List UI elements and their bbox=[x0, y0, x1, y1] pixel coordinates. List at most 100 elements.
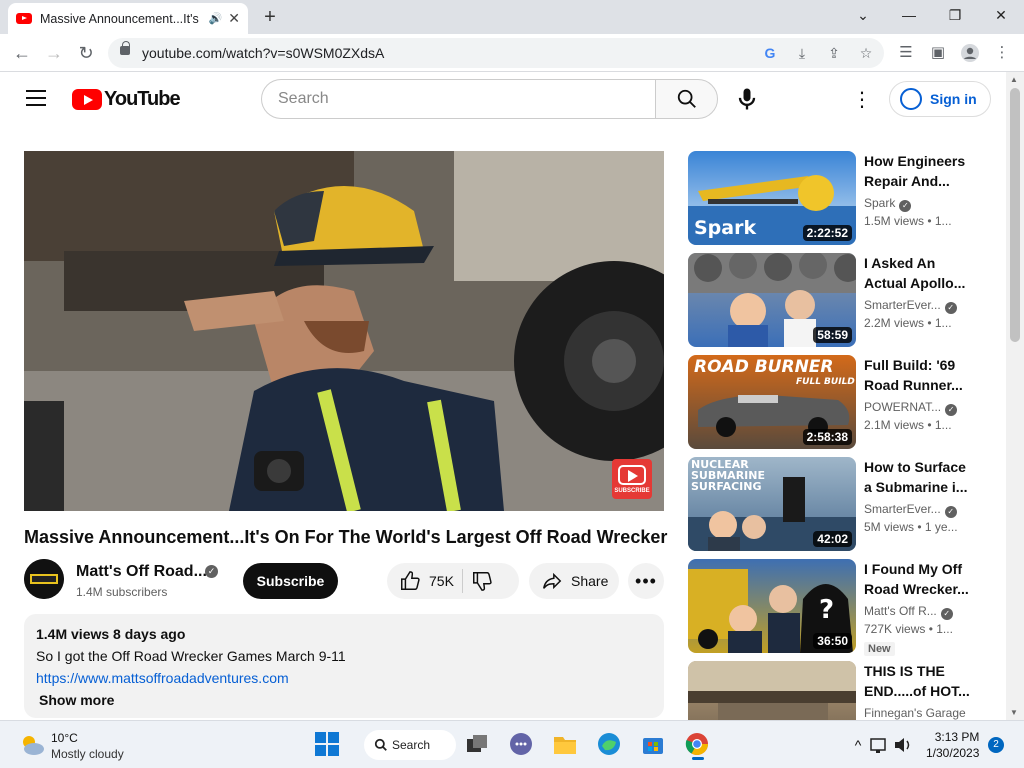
audio-playing-icon[interactable]: 🔊 bbox=[209, 12, 223, 25]
recommendation-views: 2.1M views • 1... bbox=[864, 418, 952, 432]
weather-condition: Mostly cloudy bbox=[51, 747, 124, 761]
voice-search-button[interactable] bbox=[733, 85, 761, 113]
lock-icon[interactable] bbox=[120, 41, 130, 55]
search-button[interactable] bbox=[655, 79, 718, 119]
chrome-browser-icon[interactable] bbox=[684, 731, 712, 760]
youtube-logo[interactable]: YouTube bbox=[72, 88, 181, 110]
page-scrollbar[interactable]: ▲ ▼ bbox=[1006, 72, 1024, 720]
video-frame bbox=[24, 151, 664, 511]
forward-arrow-icon[interactable]: → bbox=[42, 41, 66, 65]
show-more-button[interactable]: Show more bbox=[36, 692, 652, 708]
scroll-down-icon[interactable]: ▼ bbox=[1010, 708, 1018, 717]
verified-check-icon: ✓ bbox=[944, 506, 957, 518]
recommendation-title[interactable]: Full Build: '69 Road Runner... bbox=[864, 355, 974, 395]
recommendation-title[interactable]: How to Surface a Submarine i... bbox=[864, 457, 974, 497]
minimize-button[interactable]: — bbox=[886, 0, 932, 30]
subscribe-button[interactable]: Subscribe bbox=[243, 563, 338, 599]
media-controls-icon[interactable]: ☰ bbox=[894, 41, 918, 65]
recommendation-item[interactable]: ROAD BURNER FULL BUILD 2:58:38 Full Buil… bbox=[688, 355, 988, 449]
video-thumbnail[interactable]: 58:59 bbox=[688, 253, 856, 347]
description-link[interactable]: https://www.mattsoffroadadventures.com bbox=[36, 670, 289, 686]
subscribe-watermark[interactable]: SUBSCRIBE bbox=[612, 459, 652, 499]
share-page-icon[interactable]: ⇪ bbox=[824, 43, 844, 63]
recommendation-item[interactable]: ? 36:50 I Found My Off Road Wrecker... M… bbox=[688, 559, 988, 656]
search-input[interactable]: Search bbox=[261, 79, 655, 119]
thumbs-up-icon bbox=[401, 571, 420, 590]
description-box[interactable]: 1.4M views 8 days ago So I got the Off R… bbox=[24, 614, 664, 718]
sign-in-label: Sign in bbox=[930, 91, 977, 107]
channel-label: POWERNAT... bbox=[864, 400, 942, 414]
install-app-icon[interactable]: ⤓ bbox=[792, 43, 812, 63]
temperature: 10°C bbox=[51, 731, 78, 745]
subscriber-count: 1.4M subscribers bbox=[76, 585, 168, 599]
sign-in-button[interactable]: Sign in bbox=[889, 81, 991, 117]
recommendation-title[interactable]: THIS IS THE END.....of HOT... bbox=[864, 661, 974, 701]
edge-browser-icon[interactable] bbox=[596, 731, 624, 759]
google-translate-icon[interactable]: G bbox=[760, 43, 780, 63]
video-thumbnail[interactable]: Spark 2:22:52 bbox=[688, 151, 856, 245]
video-thumbnail[interactable] bbox=[688, 661, 856, 720]
clock-date: 1/30/2023 bbox=[926, 746, 980, 760]
like-count: 75K bbox=[429, 573, 454, 589]
profile-icon[interactable] bbox=[958, 41, 982, 65]
recommendation-item[interactable]: THIS IS THE END.....of HOT... Finnegan's… bbox=[688, 661, 988, 720]
taskbar-search-label: Search bbox=[392, 738, 431, 752]
browser-tab[interactable]: Massive Announcement...It's 🔊 ✕ bbox=[8, 3, 248, 34]
views-and-date: 1.4M views 8 days ago bbox=[36, 626, 186, 642]
recommendation-channel: Matt's Off R... ✓ bbox=[864, 604, 953, 620]
video-title: Massive Announcement...It's On For The W… bbox=[24, 527, 668, 547]
side-panel-icon[interactable]: ▣ bbox=[926, 41, 950, 65]
address-bar[interactable]: youtube.com/watch?v=s0WSM0ZXdsA G ⤓ ⇪ ☆ bbox=[108, 38, 884, 68]
file-explorer-icon[interactable] bbox=[552, 731, 580, 759]
recommendation-title[interactable]: How Engineers Repair And... bbox=[864, 151, 974, 191]
close-window-button[interactable]: ✕ bbox=[978, 0, 1024, 30]
tab-close-icon[interactable]: ✕ bbox=[228, 10, 240, 27]
settings-kebab-icon[interactable]: ⋮ bbox=[852, 88, 872, 112]
channel-name[interactable]: Matt's Off Road... bbox=[76, 563, 207, 581]
recommendation-views: 1.5M views • 1... bbox=[864, 214, 952, 228]
scroll-up-icon[interactable]: ▲ bbox=[1010, 75, 1018, 84]
like-button[interactable]: 75K bbox=[399, 570, 454, 592]
recommendation-channel: POWERNAT... ✓ bbox=[864, 400, 958, 416]
windows-start-icon[interactable] bbox=[314, 731, 342, 759]
recommendation-title[interactable]: I Asked An Actual Apollo... bbox=[864, 253, 974, 293]
video-thumbnail[interactable]: NUCLEAR SUBMARINE SURFACING 42:02 bbox=[688, 457, 856, 551]
search-icon bbox=[677, 89, 696, 108]
video-thumbnail[interactable]: ? 36:50 bbox=[688, 559, 856, 653]
thumbnail-text: NUCLEAR SUBMARINE SURFACING bbox=[691, 458, 765, 493]
channel-label: Spark bbox=[864, 196, 896, 210]
restore-button[interactable]: ❐ bbox=[932, 0, 978, 30]
system-clock[interactable]: 3:13 PM 1/30/2023 bbox=[926, 729, 979, 761]
url-text[interactable]: youtube.com/watch?v=s0WSM0ZXdsA bbox=[142, 45, 384, 61]
windows-taskbar: 10°C Mostly cloudy Search ^ 3:13 PM 1/30… bbox=[0, 720, 1024, 768]
more-actions-button[interactable]: ••• bbox=[628, 563, 664, 599]
share-button[interactable]: Share bbox=[529, 563, 619, 599]
description-text: So I got the Off Road Wrecker Games Marc… bbox=[36, 648, 346, 664]
reload-icon[interactable]: ↻ bbox=[74, 41, 98, 65]
recommendation-item[interactable]: NUCLEAR SUBMARINE SURFACING 42:02 How to… bbox=[688, 457, 988, 551]
back-arrow-icon[interactable]: ← bbox=[10, 41, 34, 65]
recommendation-item[interactable]: 58:59 I Asked An Actual Apollo... Smarte… bbox=[688, 253, 988, 347]
task-view-icon[interactable] bbox=[464, 731, 492, 759]
recommendation-views: 2.2M views • 1... bbox=[864, 316, 952, 330]
teams-chat-icon[interactable] bbox=[508, 731, 536, 759]
microsoft-store-icon[interactable] bbox=[640, 731, 668, 759]
video-player[interactable]: SUBSCRIBE bbox=[24, 151, 664, 511]
play-triangle-icon bbox=[628, 470, 638, 482]
youtube-header: YouTube Search ⋮ Sign in bbox=[0, 72, 1006, 128]
new-tab-button[interactable]: + bbox=[258, 5, 282, 29]
recommendation-item[interactable]: Spark 2:22:52 How Engineers Repair And..… bbox=[688, 151, 988, 245]
notification-badge[interactable]: 2 bbox=[988, 737, 1004, 753]
tab-search-chevron-icon[interactable]: ⌄ bbox=[840, 0, 886, 30]
scrollbar-thumb[interactable] bbox=[1010, 88, 1020, 342]
bookmark-star-icon[interactable]: ☆ bbox=[856, 43, 876, 63]
volume-icon[interactable] bbox=[892, 731, 920, 759]
cloud-sun-icon bbox=[23, 736, 44, 755]
browser-menu-icon[interactable]: ⋮ bbox=[990, 41, 1014, 65]
taskbar-search[interactable]: Search bbox=[364, 730, 456, 760]
video-thumbnail[interactable]: ROAD BURNER FULL BUILD 2:58:38 bbox=[688, 355, 856, 449]
channel-avatar[interactable] bbox=[24, 559, 64, 599]
recommendation-title[interactable]: I Found My Off Road Wrecker... bbox=[864, 559, 974, 599]
dislike-button[interactable] bbox=[471, 570, 493, 592]
hamburger-menu-icon[interactable] bbox=[26, 90, 46, 106]
